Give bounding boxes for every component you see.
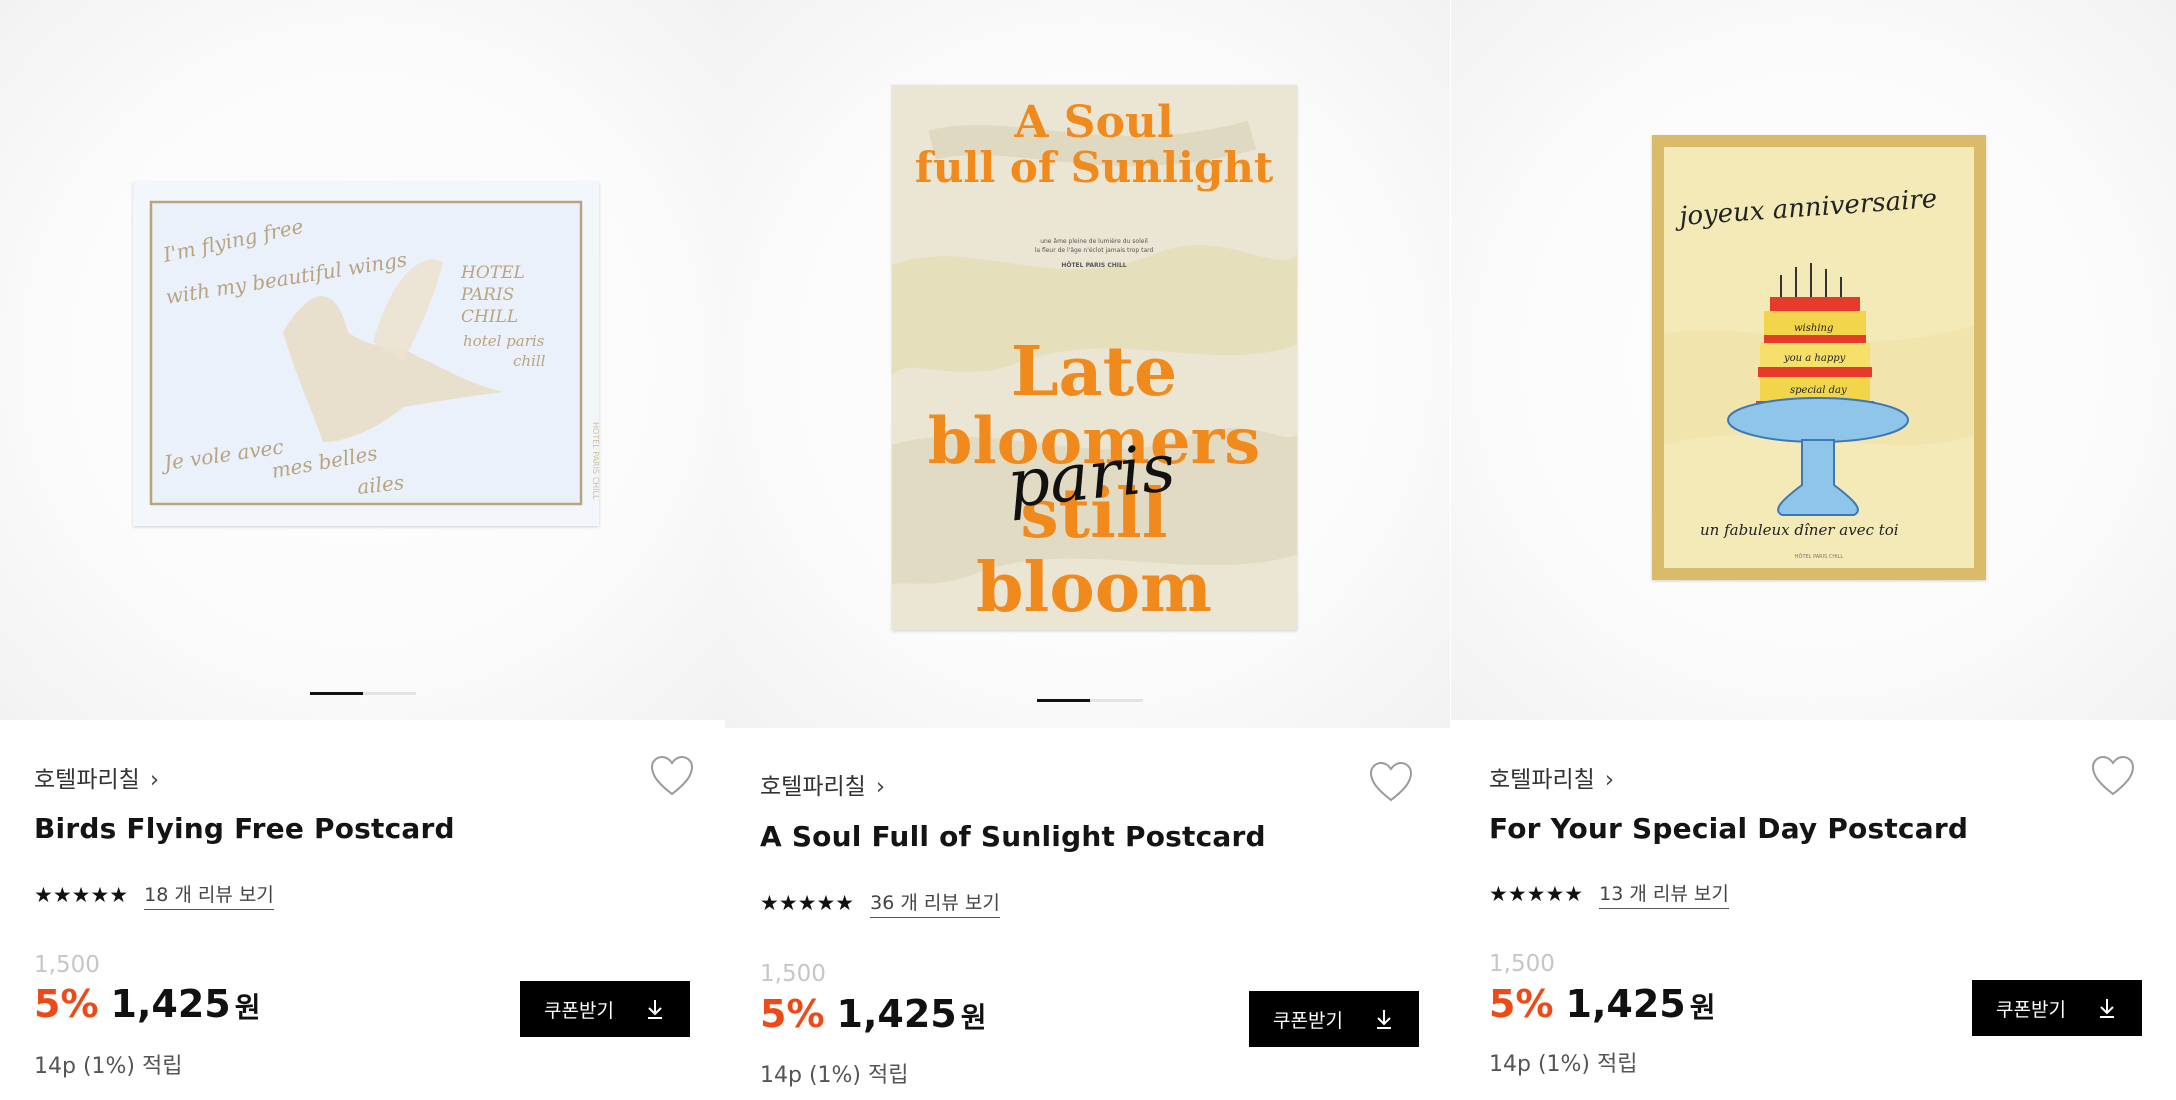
reviews-link[interactable]: 13 개 리뷰 보기	[1599, 879, 1729, 909]
download-icon	[2100, 999, 2114, 1018]
brand-link[interactable]: 호텔파리칠 ›	[34, 760, 159, 794]
price-row: 5% 1,425 원	[760, 992, 986, 1036]
heart-icon[interactable]	[1368, 760, 1414, 804]
image-line: CHILL	[461, 307, 518, 327]
sale-price: 1,425	[836, 992, 957, 1036]
original-price: 1,500	[1489, 951, 1555, 977]
coupon-button[interactable]: 쿠폰받기	[1972, 980, 2142, 1036]
product-image[interactable]: I'm flying free with my beautiful wings …	[133, 182, 599, 526]
brand-link[interactable]: 호텔파리칠 ›	[1489, 760, 1614, 794]
currency: 원	[234, 991, 261, 1024]
discount-rate: 5%	[760, 992, 825, 1036]
reviews-link[interactable]: 36 개 리뷰 보기	[870, 888, 1000, 918]
image-heading: A Soul	[1013, 97, 1173, 148]
image-line: ailes	[356, 470, 405, 499]
product-title[interactable]: For Your Special Day Postcard	[1489, 812, 1968, 845]
product-image[interactable]: A Soul full of Sunlight une âme pleine d…	[892, 85, 1297, 630]
points: 14p (1%) 적립	[34, 1054, 183, 1079]
image-bottom-text: un fabuleux dîner avec toi	[1700, 521, 1899, 539]
image-cake-text: wishing	[1794, 323, 1833, 334]
image-big-text: Late	[1011, 332, 1178, 412]
image-small-text: une âme pleine de lumière du soleil	[1040, 238, 1148, 245]
image-small-text: HÔTEL PARIS CHILL	[1061, 262, 1126, 269]
carousel-indicator[interactable]	[310, 692, 416, 695]
image-small-text: la fleur de l'âge n'éclot jamais trop ta…	[1035, 247, 1154, 254]
chevron-right-icon: ›	[149, 767, 160, 793]
carousel-indicator[interactable]	[1037, 699, 1143, 702]
rating: ★★★★★ 36 개 리뷰 보기	[760, 888, 1000, 918]
image-line: HOTEL	[460, 263, 525, 283]
image-line: chill	[513, 352, 546, 370]
product-image-carousel[interactable]: A Soul full of Sunlight une âme pleine d…	[725, 0, 1450, 728]
product-image-carousel[interactable]: I'm flying free with my beautiful wings …	[0, 0, 725, 720]
reviews-link[interactable]: 18 개 리뷰 보기	[144, 880, 274, 910]
image-small-text: HÔTEL PARIS CHILL	[1795, 553, 1844, 560]
product-image-carousel[interactable]: joyeux anniversaire wishing you a happy …	[1451, 0, 2176, 720]
star-rating-icon: ★★★★★	[760, 891, 855, 915]
coupon-label: 쿠폰받기	[1996, 998, 2066, 1021]
product-title[interactable]: A Soul Full of Sunlight Postcard	[760, 820, 1266, 853]
heart-icon[interactable]	[2090, 754, 2136, 798]
image-cake-text: you a happy	[1783, 353, 1846, 364]
points: 14p (1%) 적립	[1489, 1052, 1638, 1077]
sale-price: 1,425	[1565, 982, 1686, 1026]
heart-icon[interactable]	[649, 754, 695, 798]
image-big-text: bloom	[976, 548, 1212, 628]
coupon-label: 쿠폰받기	[544, 999, 614, 1022]
product-card[interactable]: joyeux anniversaire wishing you a happy …	[1451, 0, 2176, 1100]
currency: 원	[1689, 991, 1716, 1024]
star-rating-icon: ★★★★★	[1489, 882, 1584, 906]
coupon-button[interactable]: 쿠폰받기	[520, 981, 690, 1037]
image-cake-text: special day	[1790, 385, 1847, 396]
discount-rate: 5%	[1489, 982, 1554, 1026]
carousel-indicator-active	[310, 692, 363, 695]
product-image[interactable]: joyeux anniversaire wishing you a happy …	[1652, 135, 1986, 580]
price-row: 5% 1,425 원	[1489, 982, 1715, 1026]
image-heading: full of Sunlight	[915, 143, 1274, 192]
brand-link[interactable]: 호텔파리칠 ›	[760, 767, 885, 801]
carousel-indicator-active	[1037, 699, 1090, 702]
original-price: 1,500	[760, 961, 826, 987]
download-icon	[648, 1000, 662, 1019]
product-title[interactable]: Birds Flying Free Postcard	[34, 812, 455, 845]
sale-price: 1,425	[110, 982, 231, 1026]
star-rating-icon: ★★★★★	[34, 883, 129, 907]
product-grid: I'm flying free with my beautiful wings …	[0, 0, 2176, 1100]
coupon-button[interactable]: 쿠폰받기	[1249, 991, 1419, 1047]
chevron-right-icon: ›	[1604, 767, 1615, 793]
original-price: 1,500	[34, 952, 100, 978]
chevron-right-icon: ›	[875, 774, 886, 800]
discount-rate: 5%	[34, 982, 99, 1026]
currency: 원	[960, 1001, 987, 1034]
rating: ★★★★★ 18 개 리뷰 보기	[34, 880, 274, 910]
rating: ★★★★★ 13 개 리뷰 보기	[1489, 879, 1729, 909]
product-card[interactable]: I'm flying free with my beautiful wings …	[0, 0, 725, 1100]
coupon-label: 쿠폰받기	[1273, 1009, 1343, 1032]
points: 14p (1%) 적립	[760, 1063, 909, 1088]
product-card[interactable]: A Soul full of Sunlight une âme pleine d…	[725, 0, 1450, 1100]
image-side-text: HÔTEL PARIS CHILL	[591, 422, 599, 500]
price-row: 5% 1,425 원	[34, 982, 260, 1026]
image-line: PARIS	[460, 285, 514, 305]
image-line: hotel paris	[463, 332, 545, 350]
download-icon	[1377, 1010, 1391, 1029]
